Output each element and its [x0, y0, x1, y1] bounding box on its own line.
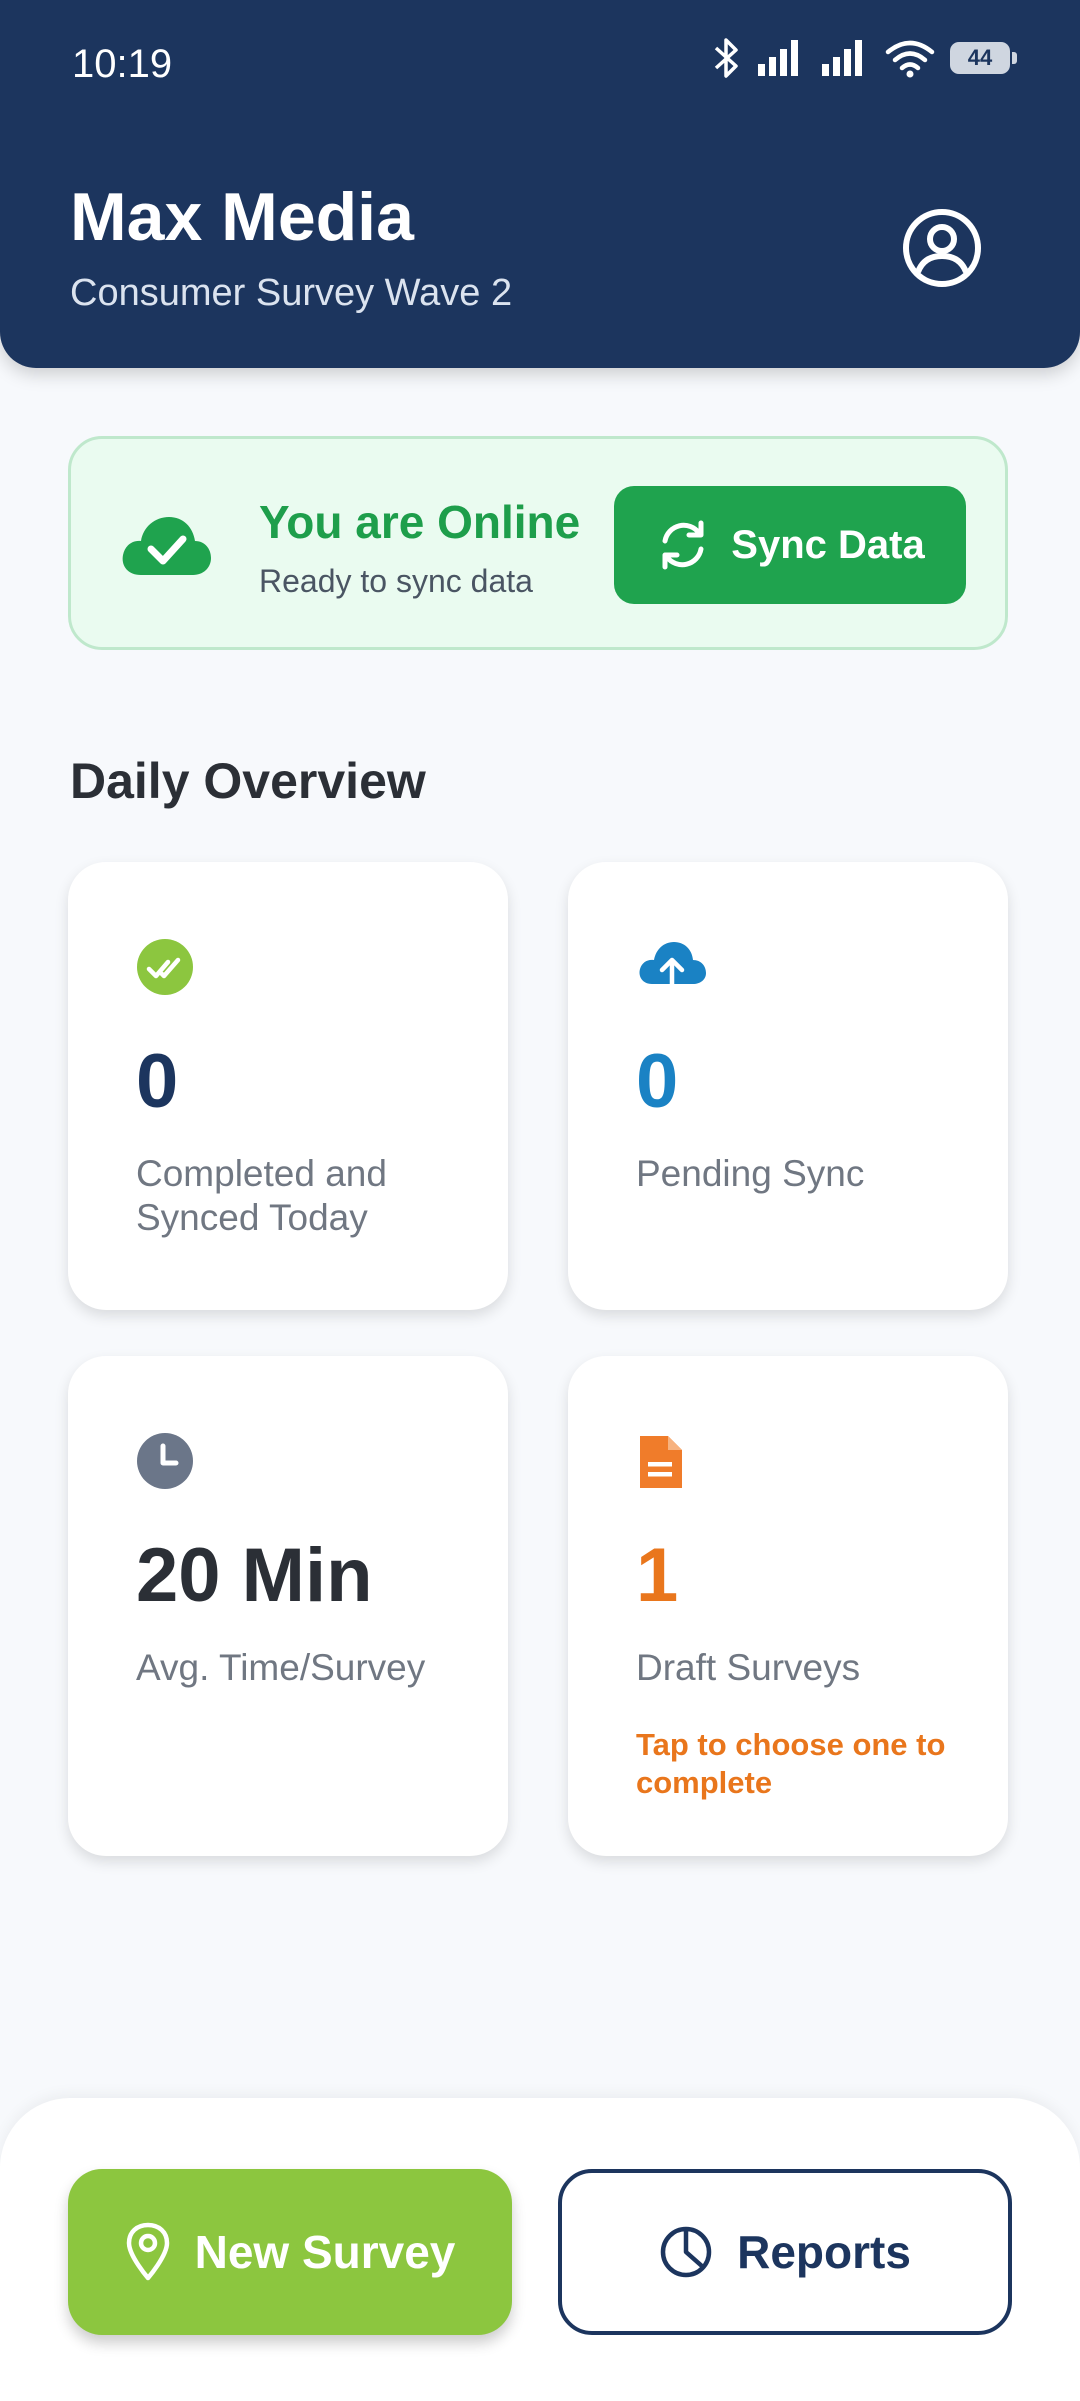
battery-level: 44: [967, 45, 993, 70]
pending-sync-label: Pending Sync: [636, 1153, 865, 1194]
cloud-upload-icon: [639, 942, 706, 998]
sync-icon: [662, 520, 704, 570]
bottom-action-bar: New Survey Reports: [0, 2098, 1080, 2401]
signal-icon: [822, 40, 862, 76]
draft-surveys-count: 1: [636, 1533, 679, 1618]
profile-button[interactable]: [900, 206, 984, 290]
location-pin-icon: [126, 2222, 169, 2281]
draft-surveys-label: Draft Surveys: [636, 1647, 861, 1688]
completed-synced-label: Completed and Synced Today: [136, 1153, 387, 1238]
new-survey-button[interactable]: New Survey: [68, 2169, 512, 2335]
draft-surveys-card[interactable]: 1 Draft Surveys Tap to choose one to com…: [568, 1356, 1008, 1856]
new-survey-label: New Survey: [194, 2226, 456, 2278]
online-status-title: You are Online: [259, 496, 581, 548]
connection-status-card: You are Online Ready to sync data Sync D…: [68, 436, 1008, 650]
avg-time-value: 20 Min: [136, 1533, 373, 1618]
clock-icon: [137, 1433, 193, 1489]
completed-synced-card: 0 Completed and Synced Today: [68, 862, 508, 1310]
daily-overview-title: Daily Overview: [70, 753, 426, 809]
battery-icon: 44: [950, 42, 1017, 74]
reports-button[interactable]: Reports: [558, 2169, 1012, 2335]
cloud-check-icon: [122, 517, 211, 575]
status-bar: 10:19 44: [0, 0, 1080, 120]
sync-data-button[interactable]: Sync Data: [614, 486, 966, 604]
pending-sync-count: 0: [636, 1039, 679, 1124]
bluetooth-icon: [714, 38, 738, 78]
user-icon: [903, 209, 981, 287]
status-time: 10:19: [72, 42, 173, 86]
wifi-icon: [885, 40, 935, 78]
online-status-subtitle: Ready to sync data: [259, 563, 533, 599]
app-header: 10:19 44 Max Media Consumer Survey Wave: [0, 0, 1080, 368]
reports-label: Reports: [737, 2226, 911, 2278]
check-double-icon: [137, 939, 193, 995]
avg-time-label: Avg. Time/Survey: [136, 1647, 426, 1688]
avg-time-card: 20 Min Avg. Time/Survey: [68, 1356, 508, 1856]
draft-surveys-hint: Tap to choose one to complete: [636, 1727, 946, 1800]
pie-chart-icon: [660, 2226, 712, 2278]
document-icon: [640, 1436, 682, 1488]
app-subtitle: Consumer Survey Wave 2: [70, 272, 513, 314]
completed-synced-count: 0: [136, 1039, 179, 1124]
pending-sync-card: 0 Pending Sync: [568, 862, 1008, 1310]
sync-data-label: Sync Data: [731, 522, 925, 567]
signal-icon: [758, 40, 798, 76]
app-title: Max Media: [70, 179, 414, 255]
status-icons: 44: [712, 36, 1017, 80]
